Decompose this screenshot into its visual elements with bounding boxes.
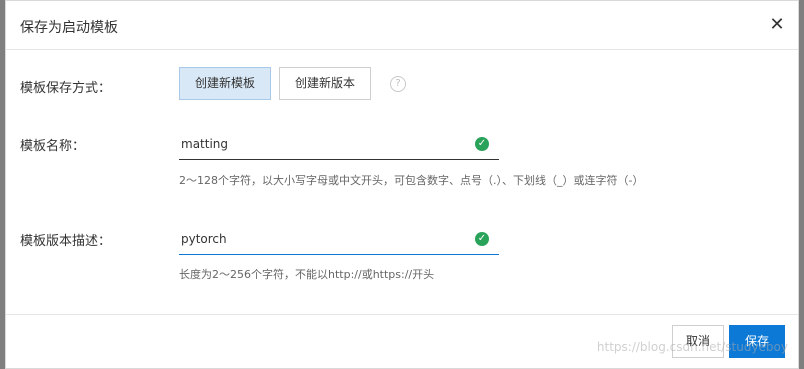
check-circle-icon: ✓ [475, 137, 489, 151]
version-desc-value: pytorch [181, 232, 227, 246]
template-name-input[interactable]: matting ✓ [179, 130, 499, 160]
template-name-hint: 2～128个字符，以大小写字母或中文开头，可包含数字、点号（.）、下划线（_）或… [179, 174, 644, 187]
help-icon[interactable]: ? [390, 76, 406, 92]
save-mode-label: 模板保存方式： [20, 81, 112, 96]
input-underline [179, 159, 499, 160]
create-new-template-button[interactable]: 创建新模板 [179, 67, 271, 100]
footer-divider [6, 314, 798, 315]
create-new-version-button[interactable]: 创建新版本 [279, 67, 371, 100]
input-underline [179, 254, 499, 255]
save-template-dialog: 保存为启动模板 ✕ 模板保存方式： 创建新模板 创建新版本 ? 模板名称： ma… [5, 0, 799, 369]
dialog-header: 保存为启动模板 ✕ [6, 1, 798, 50]
version-desc-input[interactable]: pytorch ✓ [179, 225, 499, 255]
dialog-title: 保存为启动模板 [20, 20, 118, 36]
check-circle-icon: ✓ [475, 232, 489, 246]
watermark: https://blog.csdn.net/studyeboy [596, 340, 788, 354]
template-name-value: matting [181, 137, 229, 151]
template-name-label: 模板名称： [20, 139, 86, 154]
close-icon[interactable]: ✕ [766, 14, 788, 36]
version-desc-label: 模板版本描述： [20, 234, 112, 249]
version-desc-hint: 长度为2～256个字符，不能以http://或https://开头 [179, 268, 435, 281]
